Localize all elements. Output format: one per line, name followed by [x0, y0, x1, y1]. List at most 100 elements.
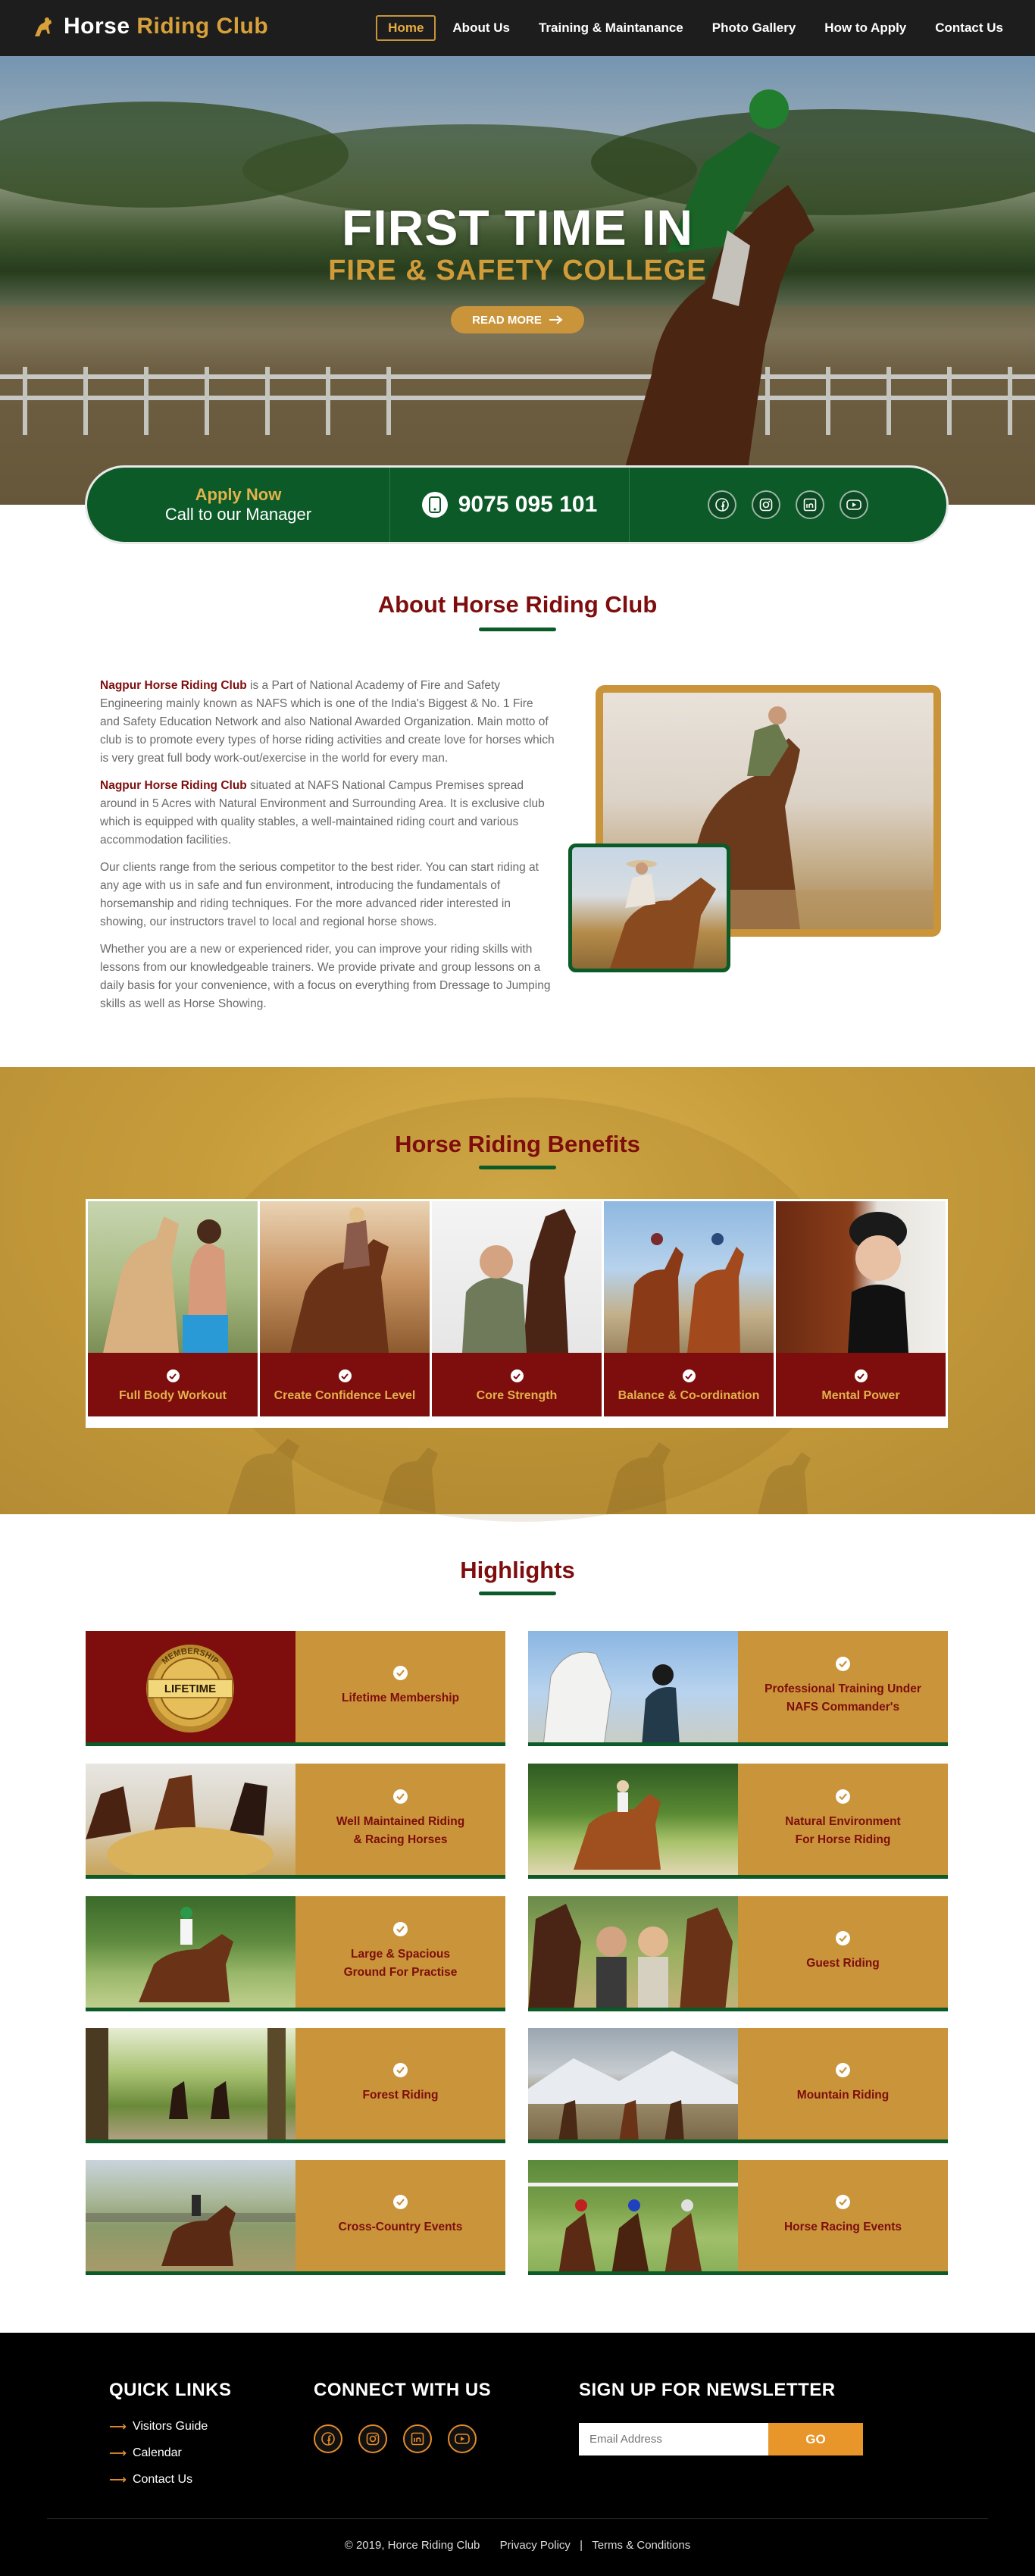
- benefit-card-balance[interactable]: Balance & Co-ordination: [604, 1201, 776, 1426]
- nav-home[interactable]: Home: [376, 15, 436, 41]
- check-icon: [854, 1369, 868, 1382]
- benefit-image-full-body: [88, 1201, 258, 1353]
- newsletter-email-input[interactable]: [579, 2423, 768, 2455]
- highlight-card-maintained-horses[interactable]: Well Maintained Riding & Racing Horses: [86, 1764, 505, 1879]
- highlight-label-line2: NAFS Commander's: [786, 1701, 900, 1714]
- about-text: Nagpur Horse Riding Club is a Part of Na…: [100, 677, 555, 1022]
- benefit-image-mental-power: [776, 1201, 946, 1353]
- phone-icon: [421, 492, 448, 518]
- nav-training[interactable]: Training & Maintanance: [527, 15, 696, 41]
- linkedin-icon[interactable]: [796, 490, 824, 519]
- check-icon: [393, 2063, 408, 2077]
- benefit-card-confidence[interactable]: Create Confidence Level: [260, 1201, 432, 1426]
- check-icon: [393, 1789, 408, 1804]
- highlight-card-natural-environment[interactable]: Natural Environment For Horse Riding: [528, 1764, 948, 1879]
- highlight-card-professional-training[interactable]: Professional Training Under NAFS Commande…: [528, 1631, 948, 1746]
- benefits-title: Horse Riding Benefits: [395, 1131, 640, 1157]
- nav-about-us[interactable]: About Us: [440, 15, 522, 41]
- linkedin-icon[interactable]: [403, 2424, 432, 2453]
- youtube-icon[interactable]: [840, 490, 868, 519]
- quick-links-title: QUICK LINKS: [109, 2380, 232, 2400]
- about-paragraph-1: Nagpur Horse Riding Club is a Part of Na…: [100, 677, 555, 768]
- benefit-label-box: Balance & Co-ordination: [604, 1353, 774, 1416]
- facebook-icon[interactable]: [314, 2424, 342, 2453]
- about-paragraph-4: Whether you are a new or experienced rid…: [100, 943, 551, 1010]
- footer-link-visitors-guide[interactable]: ⟶ Visitors Guide: [109, 2419, 208, 2434]
- site-logo[interactable]: Horse Riding Club: [30, 14, 268, 39]
- highlight-label-box: Cross-Country Events: [295, 2160, 505, 2271]
- logo-main: Horse: [64, 14, 130, 39]
- facebook-icon[interactable]: [708, 490, 736, 519]
- highlight-image-training: [528, 1631, 738, 1742]
- about-p2-club-name: Nagpur Horse Riding Club: [100, 779, 247, 792]
- read-more-button[interactable]: READ MORE: [451, 306, 584, 333]
- privacy-policy-link[interactable]: Privacy Policy: [500, 2539, 571, 2552]
- footer-link-label: Calendar: [132, 2446, 182, 2459]
- check-icon: [166, 1369, 180, 1382]
- nav-contact-us[interactable]: Contact Us: [923, 15, 1015, 41]
- call-manager-label: Call to our Manager: [164, 505, 312, 524]
- hero-title: FIRST TIME IN: [342, 199, 693, 255]
- highlight-label-box: Lifetime Membership: [295, 1631, 505, 1742]
- footer-link-contact-us[interactable]: ⟶ Contact Us: [109, 2472, 192, 2487]
- horse-logo-icon: [35, 17, 52, 36]
- connect-title: CONNECT WITH US: [314, 2380, 492, 2400]
- contact-social-links: [630, 468, 946, 542]
- benefit-label: Full Body Workout: [119, 1389, 227, 1402]
- highlight-image-polo-ground: [86, 1896, 295, 2008]
- highlight-label: Guest Riding: [806, 1955, 879, 1973]
- check-icon: [682, 1369, 696, 1382]
- about-title: About Horse Riding Club: [377, 591, 658, 618]
- nav-photo-gallery[interactable]: Photo Gallery: [700, 15, 808, 41]
- highlight-label-line1: Guest Riding: [806, 1957, 880, 1970]
- highlight-card-horse-racing[interactable]: Horse Racing Events: [528, 2160, 948, 2275]
- highlight-image-cross-country: [86, 2160, 295, 2271]
- terms-link[interactable]: Terms & Conditions: [592, 2539, 690, 2552]
- benefits-title-underline: [479, 1166, 556, 1169]
- benefit-card-core-strength[interactable]: Core Strength: [432, 1201, 604, 1426]
- arrow-right-icon: ⟶: [109, 2447, 127, 2460]
- benefit-label-box: Create Confidence Level: [260, 1353, 430, 1416]
- read-more-label: READ MORE: [472, 313, 542, 327]
- check-icon: [836, 1931, 850, 1945]
- highlight-card-lifetime-membership[interactable]: MEMBERSHIP LIFETIME Lifetime Membership: [86, 1631, 505, 1746]
- highlight-label: Forest Riding: [363, 2086, 439, 2105]
- check-icon: [836, 1657, 850, 1671]
- newsletter-go-button[interactable]: GO: [768, 2423, 863, 2455]
- highlights-title-underline: [479, 1592, 556, 1595]
- highlight-image-mountain-riding: [528, 2028, 738, 2139]
- highlight-label: Horse Racing Events: [784, 2218, 902, 2236]
- benefit-card-full-body-workout[interactable]: Full Body Workout: [88, 1201, 260, 1426]
- main-nav: Home About Us Training & Maintanance Pho…: [376, 15, 1015, 41]
- highlight-card-forest-riding[interactable]: Forest Riding: [86, 2028, 505, 2143]
- footer-link-calendar[interactable]: ⟶ Calendar: [109, 2446, 182, 2461]
- benefit-card-footer: [260, 1416, 430, 1426]
- benefit-label-box: Mental Power: [776, 1353, 946, 1416]
- phone-block[interactable]: 9075 095 101: [390, 468, 630, 542]
- benefit-card-footer: [776, 1416, 946, 1426]
- footer-divider: [47, 2518, 988, 2519]
- hero-subtitle: FIRE & SAFETY COLLEGE: [328, 255, 707, 286]
- highlight-card-guest-riding[interactable]: Guest Riding: [528, 1896, 948, 2011]
- highlight-label-box: Well Maintained Riding & Racing Horses: [295, 1764, 505, 1875]
- highlight-label: Natural Environment For Horse Riding: [785, 1813, 900, 1849]
- highlight-label: Mountain Riding: [797, 2086, 889, 2105]
- arrow-right-icon: ⟶: [109, 2421, 127, 2434]
- highlight-card-cross-country[interactable]: Cross-Country Events: [86, 2160, 505, 2275]
- highlight-card-large-ground[interactable]: Large & Spacious Ground For Practise: [86, 1896, 505, 2011]
- footer-separator: |: [580, 2539, 583, 2552]
- highlight-card-mountain-riding[interactable]: Mountain Riding: [528, 2028, 948, 2143]
- instagram-icon[interactable]: [752, 490, 780, 519]
- arrow-right-icon: [549, 315, 563, 324]
- check-icon: [393, 1922, 408, 1936]
- nav-how-to-apply[interactable]: How to Apply: [812, 15, 918, 41]
- benefit-card-footer: [604, 1416, 774, 1426]
- check-icon: [836, 2195, 850, 2209]
- benefit-card-mental-power[interactable]: Mental Power: [776, 1201, 946, 1426]
- highlight-label-line1: Lifetime Membership: [341, 1692, 460, 1704]
- instagram-icon[interactable]: [358, 2424, 387, 2453]
- apply-now-block[interactable]: Apply Now Call to our Manager: [87, 468, 390, 542]
- youtube-icon[interactable]: [448, 2424, 477, 2453]
- check-icon: [510, 1369, 524, 1382]
- highlight-image-forest-riding: [86, 2028, 295, 2139]
